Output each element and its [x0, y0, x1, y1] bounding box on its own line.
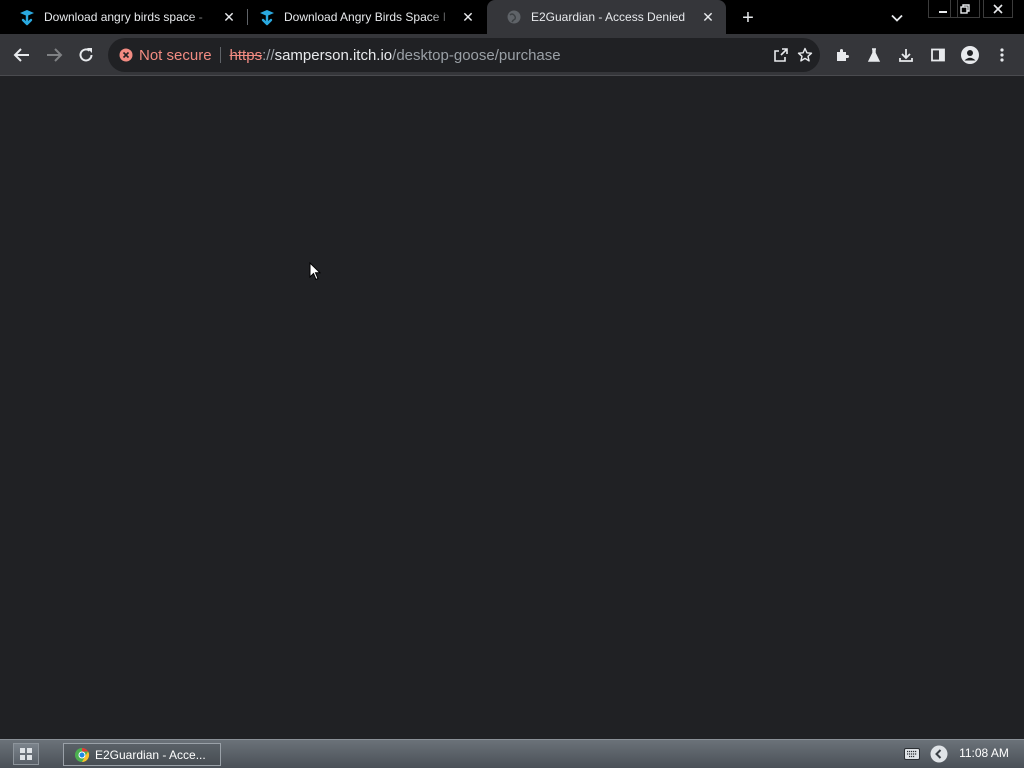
back-arrow-icon — [13, 48, 29, 62]
reload-icon — [79, 48, 93, 62]
tab-download-angry-birds-space-1[interactable]: Download angry birds space - ✕ — [0, 0, 247, 34]
tab-close-icon[interactable]: ✕ — [221, 9, 237, 25]
os-taskbar: E2Guardian - Acce... 11:08 AM — [0, 739, 1024, 768]
omnibox-divider — [219, 47, 221, 63]
taskbar-window-label: E2Guardian - Acce... — [95, 747, 206, 762]
reload-button[interactable] — [74, 43, 98, 67]
bookmark-star-icon[interactable] — [796, 46, 814, 64]
url-separator: :// — [262, 46, 275, 64]
back-button[interactable] — [10, 43, 34, 67]
tab-download-angry-birds-space-2[interactable]: Download Angry Birds Space I ✕ — [240, 0, 486, 34]
forward-button[interactable] — [42, 43, 66, 67]
tab-title: E2Guardian - Access Denied — [531, 10, 686, 24]
menu-kebab-icon[interactable] — [990, 43, 1014, 67]
globe-icon — [505, 8, 523, 26]
browser-toolbar: Not secure https://samperson.itch.io/des… — [0, 34, 1024, 76]
downloads-icon[interactable] — [894, 43, 918, 67]
tab-title: Download angry birds space - — [44, 10, 203, 24]
url-scheme: https — [229, 46, 263, 64]
itch-download-icon — [258, 8, 276, 26]
taskbar-window-e2guardian[interactable]: E2Guardian - Acce... — [63, 743, 221, 766]
tab-e2guardian-access-denied[interactable]: E2Guardian - Access Denied ✕ — [487, 0, 726, 34]
tab-search-chevron-icon[interactable] — [887, 8, 907, 28]
start-menu-button[interactable] — [13, 743, 39, 765]
tray-expand-icon[interactable] — [929, 744, 949, 764]
forward-arrow-icon — [47, 48, 63, 62]
new-tab-button[interactable]: + — [737, 7, 759, 29]
share-icon[interactable] — [772, 46, 790, 64]
start-grid-icon — [20, 748, 32, 760]
chrome-icon — [75, 747, 90, 762]
security-status-label[interactable]: Not secure — [139, 47, 212, 64]
tab-close-icon[interactable]: ✕ — [700, 9, 716, 25]
tab-strip: Download angry birds space - ✕ Download … — [0, 0, 1024, 34]
tab-title: Download Angry Birds Space I — [284, 10, 447, 24]
labs-flask-icon[interactable] — [862, 43, 886, 67]
tab-close-icon[interactable]: ✕ — [460, 9, 476, 25]
profile-avatar-icon[interactable] — [958, 43, 982, 67]
page-content — [0, 77, 1024, 739]
itch-download-icon — [18, 8, 36, 26]
mouse-cursor-icon — [309, 262, 321, 281]
close-window-button[interactable] — [983, 0, 1013, 18]
system-clock[interactable]: 11:08 AM — [952, 746, 1016, 760]
url-host: samperson.itch.io — [274, 46, 393, 64]
extensions-puzzle-icon[interactable] — [830, 43, 854, 67]
not-secure-icon[interactable] — [119, 48, 133, 62]
side-panel-icon[interactable] — [926, 43, 950, 67]
address-bar[interactable]: Not secure https://samperson.itch.io/des… — [108, 38, 820, 72]
keyboard-icon[interactable] — [903, 746, 921, 762]
url-text[interactable]: https://samperson.itch.io/desktop-goose/… — [230, 47, 561, 64]
url-path: /desktop-goose/purchase — [392, 46, 561, 64]
restore-button[interactable] — [950, 0, 980, 18]
